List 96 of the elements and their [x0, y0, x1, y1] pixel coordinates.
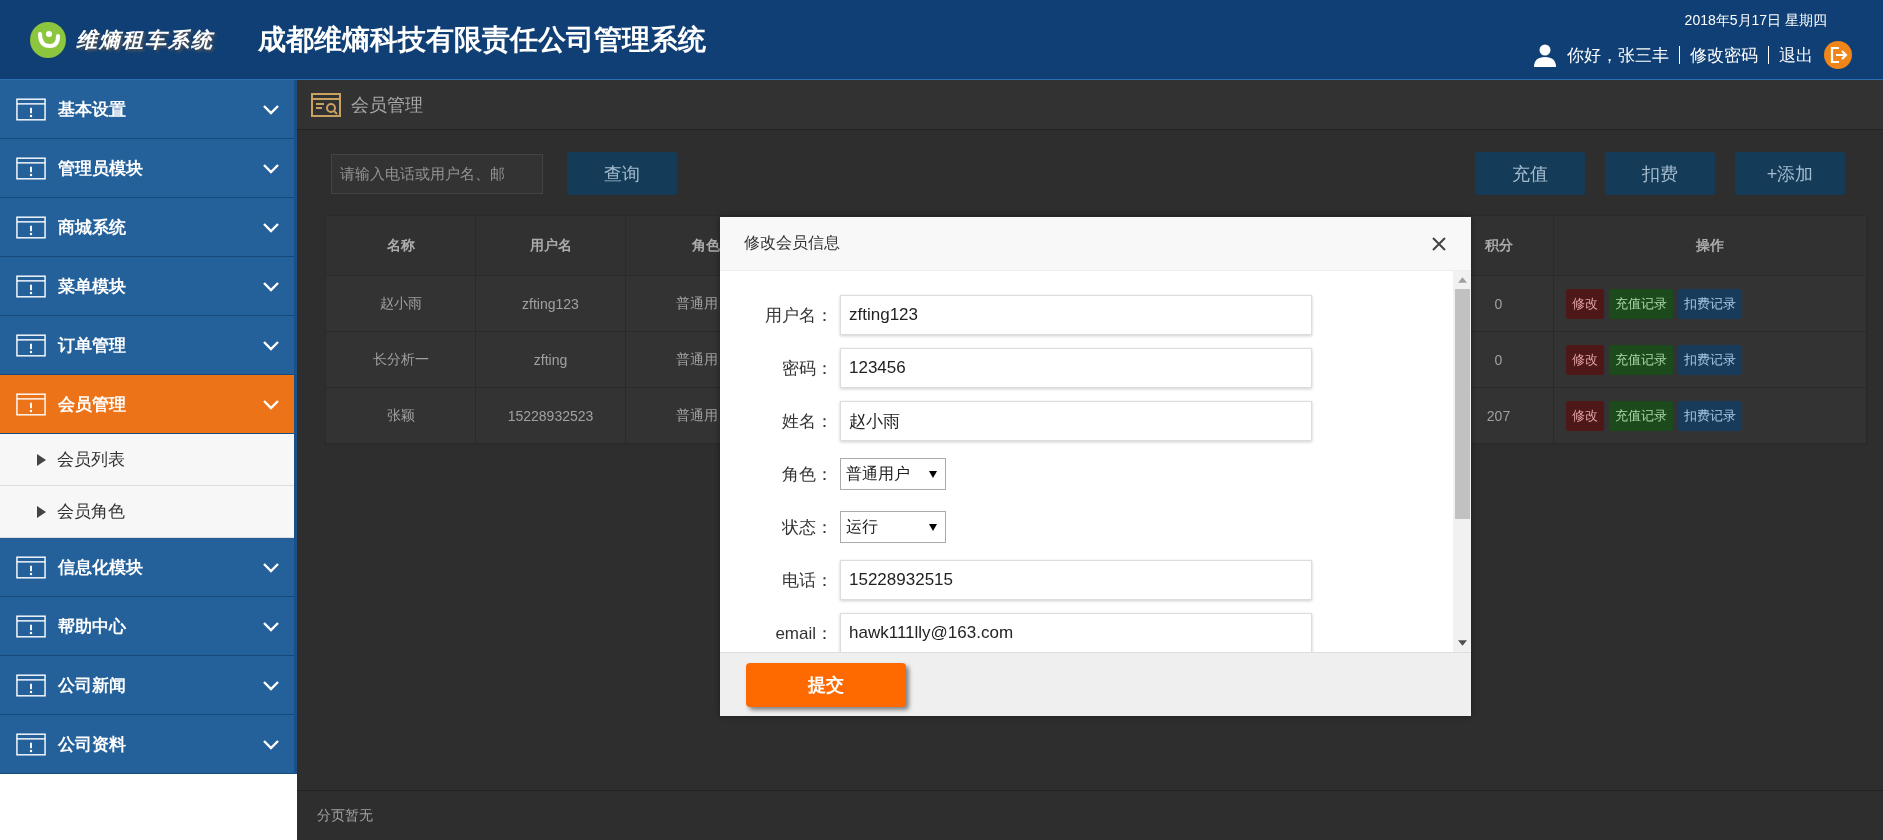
field-label: 电话：: [781, 569, 833, 592]
sidebar-label: 信息化模块: [58, 556, 144, 579]
chevron-down-icon: [262, 738, 280, 750]
page-title: 会员管理: [351, 93, 423, 117]
row-action-button[interactable]: 扣费记录: [1678, 344, 1742, 375]
logo-text: 维熵租车系统: [76, 26, 214, 53]
window-icon: [16, 673, 46, 697]
row-action-button[interactable]: 修改: [1566, 344, 1604, 375]
chevron-down-icon: [262, 162, 280, 174]
input-field[interactable]: hawk111lly@163.com: [840, 613, 1312, 652]
sidebar-item[interactable]: 基本设置: [0, 80, 294, 139]
input-field[interactable]: 123456: [840, 348, 1312, 388]
sidebar-item[interactable]: 帮助中心: [0, 597, 294, 656]
window-search-icon: [311, 92, 341, 117]
sidebar-label: 商城系统: [58, 216, 127, 239]
greeting-text: 你好，张三丰: [1567, 44, 1669, 67]
sidebar-item[interactable]: 商城系统: [0, 198, 294, 257]
window-icon: [16, 333, 46, 357]
user-icon: [1533, 43, 1557, 67]
sidebar-item[interactable]: 订单管理: [0, 316, 294, 375]
dropdown[interactable]: 运行: [840, 511, 946, 543]
window-icon: [16, 732, 46, 756]
toolbar-button[interactable]: +添加: [1735, 152, 1845, 195]
table-cell: 张颖: [326, 388, 476, 444]
toolbar-button[interactable]: 扣费: [1605, 152, 1715, 195]
column-header: 操作: [1554, 216, 1867, 276]
input-field[interactable]: 15228932515: [840, 560, 1312, 600]
app-title: 成都维熵科技有限责任公司管理系统: [258, 22, 706, 57]
field-label: 状态：: [781, 516, 833, 539]
table-cell: 赵小雨: [326, 276, 476, 332]
row-action-button[interactable]: 扣费记录: [1678, 400, 1742, 431]
sidebar-label: 基本设置: [58, 98, 127, 121]
change-password-link[interactable]: 修改密码: [1690, 43, 1758, 67]
scrollbar[interactable]: [1453, 271, 1471, 652]
caret-icon: [929, 523, 937, 531]
window-icon: [16, 555, 46, 579]
sidebar-label: 菜单模块: [58, 275, 127, 298]
input-field[interactable]: zfting123: [840, 295, 1312, 335]
toolbar-button[interactable]: 充值: [1475, 152, 1585, 195]
window-icon: [16, 156, 46, 180]
column-header: 用户名: [476, 216, 626, 276]
window-icon: [16, 392, 46, 416]
dropdown[interactable]: 普通用户: [840, 458, 946, 490]
chevron-down-icon: [262, 620, 280, 632]
table-cell: zfting: [476, 332, 626, 388]
search-button[interactable]: 查询: [567, 152, 677, 195]
window-icon: [16, 614, 46, 638]
triangle-icon: [37, 453, 46, 466]
sidebar-label: 管理员模块: [58, 157, 144, 180]
row-action-button[interactable]: 修改: [1566, 288, 1604, 319]
field-label: 密码：: [781, 357, 833, 380]
row-action-button[interactable]: 扣费记录: [1678, 288, 1742, 319]
logo-icon: [28, 19, 68, 60]
sidebar-label: 帮助中心: [58, 615, 127, 638]
triangle-icon: [37, 505, 46, 518]
chevron-down-icon: [262, 398, 280, 410]
sidebar-item[interactable]: 公司新闻: [0, 656, 294, 715]
window-icon: [16, 97, 46, 121]
sidebar-item[interactable]: 管理员模块: [0, 139, 294, 198]
row-action-button[interactable]: 修改: [1566, 400, 1604, 431]
date-text: 2018年5月17日 星期四: [1684, 12, 1827, 30]
chevron-down-icon: [262, 103, 280, 115]
sidebar-label: 会员管理: [58, 393, 127, 416]
input-field[interactable]: 赵小雨: [840, 401, 1312, 441]
logout-icon[interactable]: [1823, 40, 1853, 70]
sidebar-label: 公司资料: [58, 733, 127, 756]
submenu-item[interactable]: 会员角色: [0, 486, 294, 538]
chevron-down-icon: [262, 339, 280, 351]
chevron-down-icon: [262, 561, 280, 573]
logout-link[interactable]: 退出: [1779, 43, 1813, 67]
chevron-down-icon: [262, 679, 280, 691]
search-field[interactable]: 请输入电话或用户名、邮: [331, 153, 543, 194]
table-cell: 15228932523: [476, 388, 626, 444]
row-action-button[interactable]: 充值记录: [1609, 344, 1673, 375]
close-icon[interactable]: [1431, 235, 1447, 252]
sidebar-label: 订单管理: [58, 334, 127, 357]
field-label: 角色：: [781, 463, 833, 486]
row-action-button[interactable]: 充值记录: [1609, 400, 1673, 431]
chevron-down-icon: [262, 221, 280, 233]
pagination-text: 分页暂无: [317, 806, 373, 825]
column-header: 名称: [326, 216, 476, 276]
sidebar-item[interactable]: 公司资料: [0, 715, 294, 774]
submenu-item[interactable]: 会员列表: [0, 434, 294, 486]
field-label: email：: [774, 622, 833, 645]
sidebar-label: 公司新闻: [58, 674, 127, 697]
table-cell: zfting123: [476, 276, 626, 332]
field-label: 姓名：: [781, 410, 833, 433]
window-icon: [16, 215, 46, 239]
scroll-down-icon[interactable]: [1457, 640, 1467, 646]
sidebar-item[interactable]: 信息化模块: [0, 538, 294, 597]
caret-icon: [929, 470, 937, 478]
sidebar-item[interactable]: 菜单模块: [0, 257, 294, 316]
chevron-down-icon: [262, 280, 280, 292]
window-icon: [16, 274, 46, 298]
table-cell: 长分析一: [326, 332, 476, 388]
row-action-button[interactable]: 充值记录: [1609, 288, 1673, 319]
